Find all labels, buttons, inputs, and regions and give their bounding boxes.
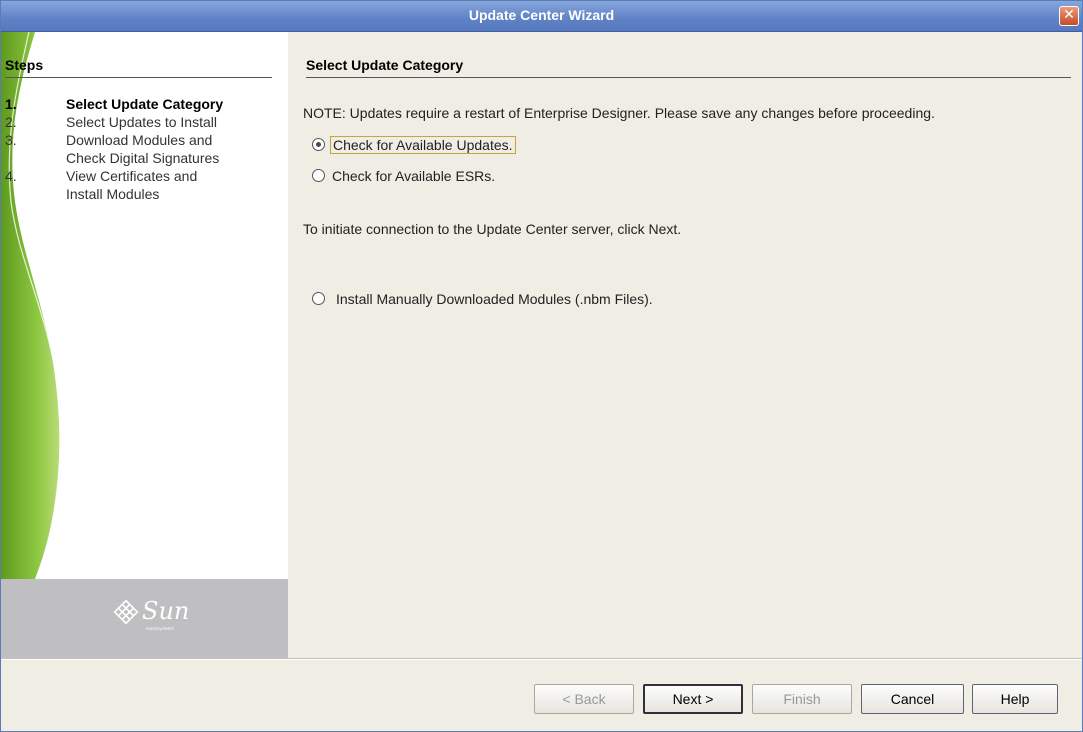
- steps-panel: Steps 1. Select Update Category 2. Selec…: [1, 32, 288, 658]
- step-label-line-2: Check Digital Signatures: [66, 150, 220, 166]
- check-updates-label[interactable]: Check for Available Updates.: [330, 136, 516, 154]
- logo-area: Sun microsystems: [1, 579, 288, 658]
- back-button[interactable]: < Back: [534, 684, 634, 714]
- update-center-wizard-window: Update Center Wizard ✕ Steps 1. Select U…: [0, 0, 1083, 732]
- step-item-3: 3. Download Modules and Check Digital Si…: [5, 131, 265, 167]
- steps-list: 1. Select Update Category 2. Select Upda…: [5, 95, 265, 203]
- step-number: 2.: [5, 114, 17, 130]
- step-number: 3.: [5, 132, 17, 148]
- step-label-line-1: Download Modules and: [66, 132, 213, 148]
- connection-info: To initiate connection to the Update Cen…: [303, 221, 682, 237]
- step-label: Select Update Category: [66, 96, 224, 112]
- title-bar[interactable]: Update Center Wizard ✕: [1, 1, 1082, 32]
- footer-divider: [1, 658, 1082, 660]
- sun-microsystems-logo-icon: Sun microsystems: [113, 597, 203, 631]
- cancel-button[interactable]: Cancel: [861, 684, 964, 714]
- step-label: Select Updates to Install: [66, 114, 217, 130]
- step-item-2: 2. Select Updates to Install: [5, 113, 265, 131]
- help-button[interactable]: Help: [972, 684, 1058, 714]
- next-button[interactable]: Next >: [643, 684, 743, 714]
- content-panel: Select Update Category NOTE: Updates req…: [288, 32, 1082, 658]
- step-number: 1.: [5, 96, 17, 112]
- step-item-4: 4. View Certificates and Install Modules: [5, 167, 265, 203]
- step-number: 4.: [5, 168, 17, 184]
- finish-button[interactable]: Finish: [752, 684, 852, 714]
- logo-text: Sun: [142, 597, 190, 625]
- sun-diamond-icon: [113, 599, 139, 625]
- step-label-line-2: Install Modules: [66, 186, 160, 202]
- step-item-1: 1. Select Update Category: [5, 95, 265, 113]
- check-updates-radio[interactable]: [312, 138, 325, 151]
- install-manual-radio[interactable]: [312, 292, 325, 305]
- steps-heading: Steps: [5, 57, 272, 78]
- check-esrs-label[interactable]: Check for Available ESRs.: [330, 167, 497, 185]
- install-manual-label[interactable]: Install Manually Downloaded Modules (.nb…: [334, 290, 655, 308]
- step-label-line-1: View Certificates and: [66, 168, 198, 184]
- logo-subtext: microsystems: [146, 626, 174, 631]
- page-title: Select Update Category: [306, 57, 1071, 78]
- close-button[interactable]: ✕: [1059, 6, 1079, 26]
- window-title: Update Center Wizard: [468, 7, 615, 23]
- check-esrs-radio[interactable]: [312, 169, 325, 182]
- restart-note: NOTE: Updates require a restart of Enter…: [303, 105, 935, 121]
